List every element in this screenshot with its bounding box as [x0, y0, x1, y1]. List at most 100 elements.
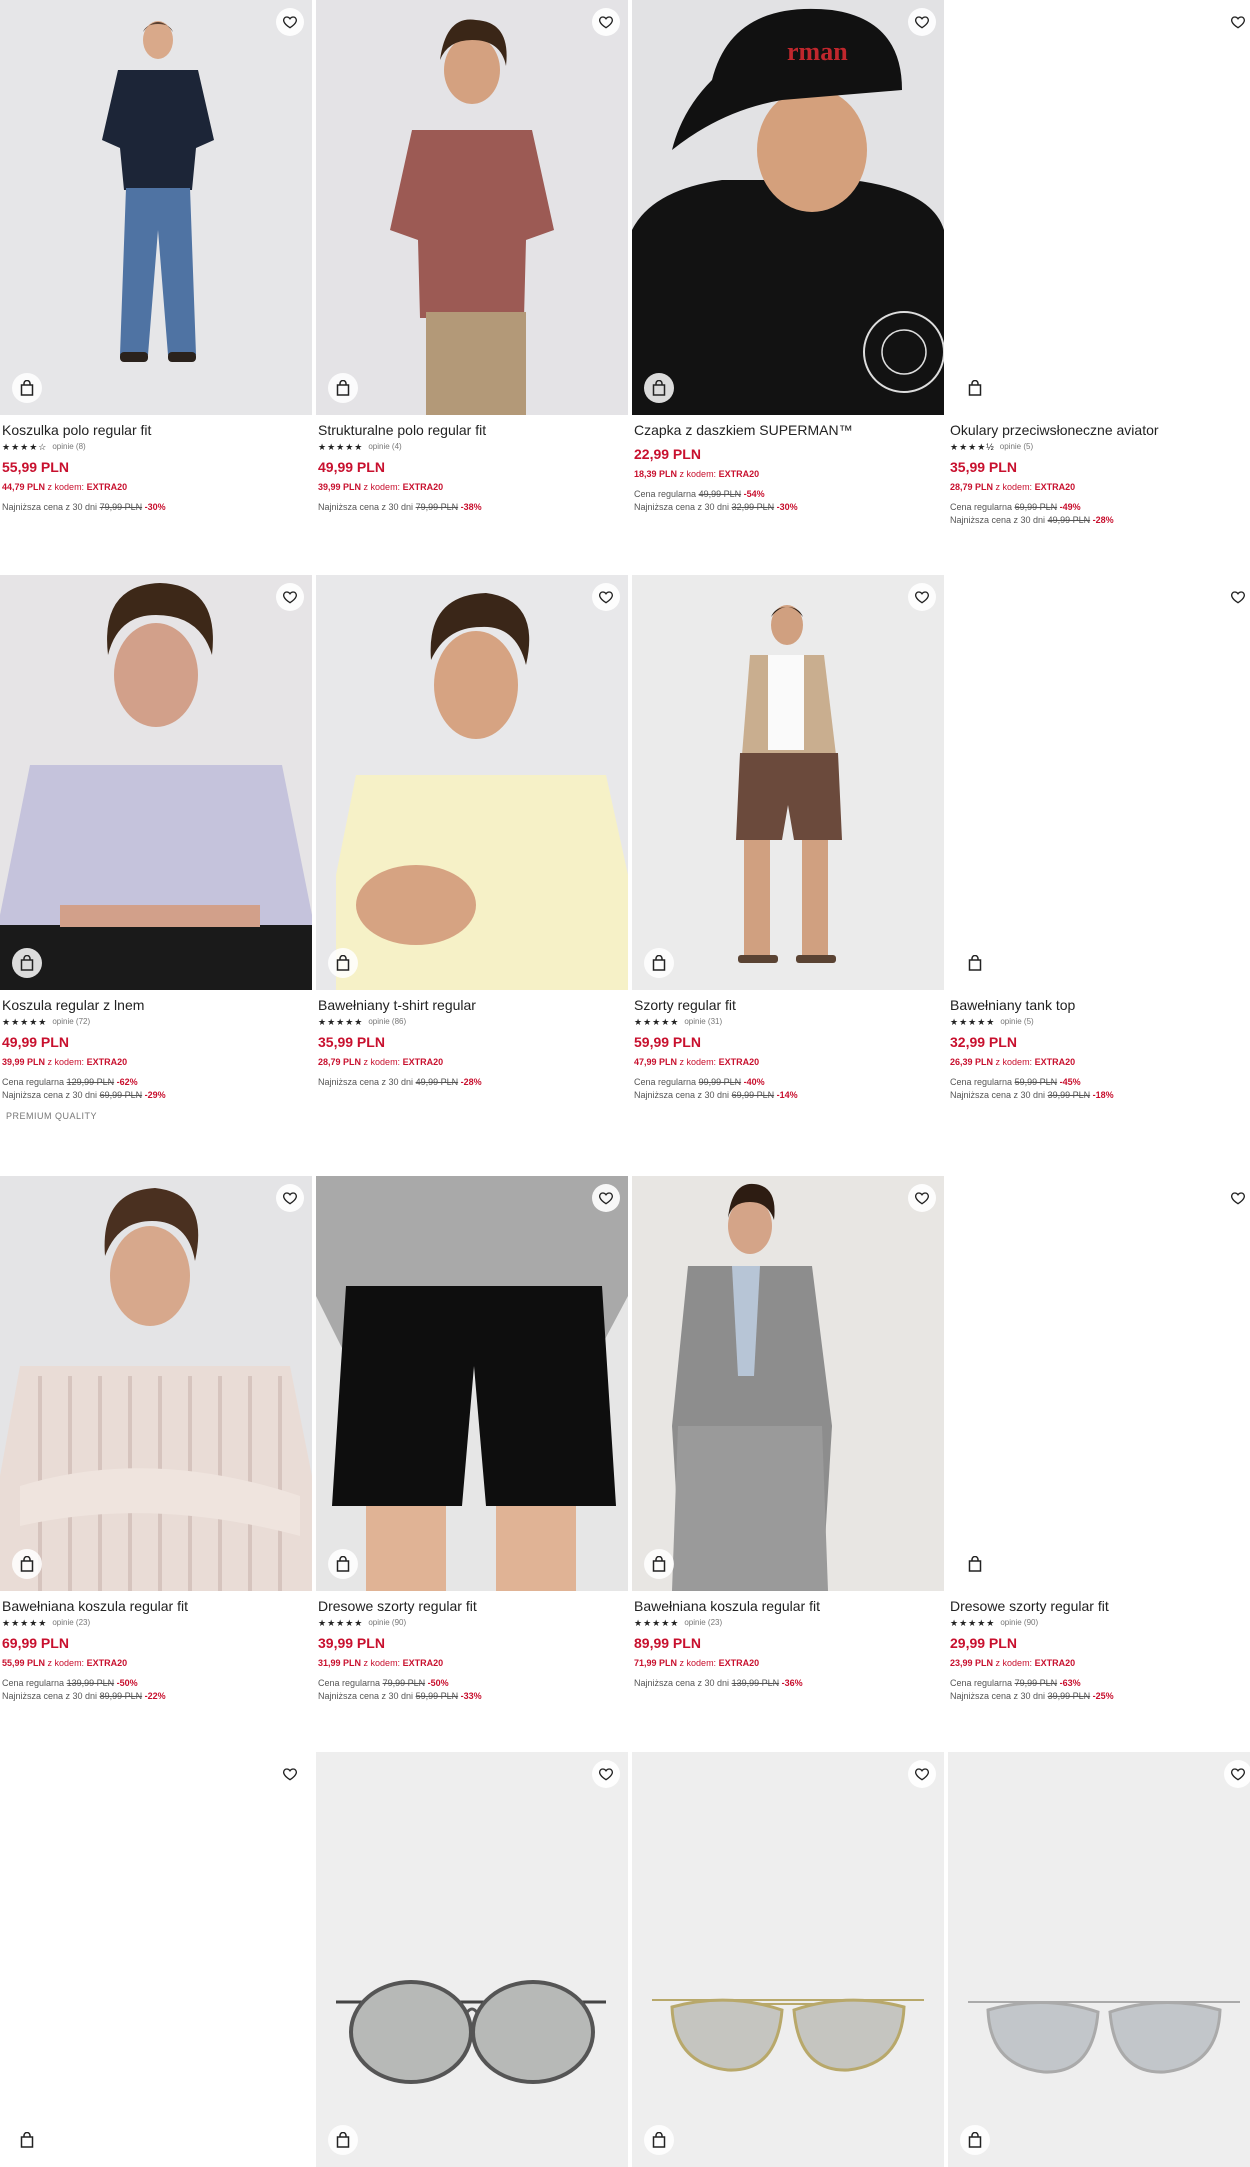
product-image[interactable] — [316, 1176, 628, 1591]
product-card[interactable]: Koszulka polo regular fit ★★★★☆ opinie (8)… — [0, 0, 312, 514]
review-count[interactable]: opinie (23) — [52, 1618, 90, 1628]
product-name[interactable]: Szorty regular fit — [634, 997, 942, 1014]
lowest-price-old: 89,99 PLN — [99, 1691, 143, 1701]
heart-icon[interactable] — [592, 1184, 620, 1212]
heart-icon[interactable] — [1224, 1760, 1250, 1788]
product-name[interactable]: Bawełniana koszula regular fit — [2, 1598, 310, 1615]
shopping-bag-icon[interactable] — [12, 1549, 42, 1579]
lowest-price-label: Najniższa cena z 30 dni — [318, 1691, 414, 1701]
shopping-bag-icon[interactable] — [328, 2125, 358, 2155]
heart-icon[interactable] — [1224, 1184, 1250, 1212]
review-count[interactable]: opinie (5) — [1000, 442, 1033, 452]
product-image[interactable] — [316, 0, 628, 415]
product-card[interactable]: Bawełniany tank top ★★★★★ opinie (5) 32,99 … — [948, 575, 1250, 1102]
heart-icon[interactable] — [908, 1184, 936, 1212]
product-card[interactable]: Dresowe szorty regular fit ★★★★★ opinie (9… — [316, 1176, 628, 1703]
product-image[interactable] — [948, 0, 1250, 415]
promo-code-price: 71,99 PLN z kodem: EXTRA20 — [634, 1658, 942, 1669]
shopping-bag-icon[interactable] — [960, 2125, 990, 2155]
heart-icon[interactable] — [276, 1760, 304, 1788]
lowest-price: Najniższa cena z 30 dni 32,99 PLN -30% — [634, 501, 942, 514]
review-count[interactable]: opinie (23) — [684, 1618, 722, 1628]
shopping-bag-icon[interactable] — [644, 373, 674, 403]
heart-icon[interactable] — [908, 8, 936, 36]
product-name[interactable]: Koszula regular z lnem — [2, 997, 310, 1014]
product-image[interactable] — [948, 1176, 1250, 1591]
product-card[interactable]: rman Czapka z daszkiem SUPERMAN™ 22,99 PL… — [632, 0, 944, 514]
review-count[interactable]: opinie (4) — [368, 442, 401, 452]
regular-price-discount: -49% — [1059, 502, 1081, 512]
product-image[interactable] — [0, 575, 312, 990]
product-card[interactable]: Bawełniany t-shirt regular ★★★★★ opinie (8… — [316, 575, 628, 1089]
heart-icon[interactable] — [908, 583, 936, 611]
product-card[interactable] — [316, 1752, 628, 2167]
shopping-bag-icon[interactable] — [644, 948, 674, 978]
rating: ★★★★★ opinie (23) — [634, 1618, 942, 1628]
heart-icon[interactable] — [276, 583, 304, 611]
heart-icon[interactable] — [1224, 8, 1250, 36]
review-count[interactable]: opinie (86) — [368, 1017, 406, 1027]
review-count[interactable]: opinie (31) — [684, 1017, 722, 1027]
heart-icon[interactable] — [592, 8, 620, 36]
shopping-bag-icon[interactable] — [12, 373, 42, 403]
shopping-bag-icon[interactable] — [960, 1549, 990, 1579]
shopping-bag-icon[interactable] — [12, 948, 42, 978]
shopping-bag-icon[interactable] — [328, 373, 358, 403]
review-count[interactable]: opinie (90) — [1000, 1618, 1038, 1628]
product-name[interactable]: Bawełniana koszula regular fit — [634, 1598, 942, 1615]
product-image[interactable] — [0, 1752, 312, 2167]
shopping-bag-icon[interactable] — [644, 2125, 674, 2155]
product-card[interactable]: Bawełniana koszula regular fit ★★★★★ opini… — [0, 1176, 312, 1703]
product-card[interactable]: Koszula regular z lnem ★★★★★ opinie (72) 49… — [0, 575, 312, 1121]
shopping-bag-icon[interactable] — [644, 1549, 674, 1579]
product-name[interactable]: Okulary przeciwsłoneczne aviator — [950, 422, 1250, 439]
product-name[interactable]: Bawełniany t-shirt regular — [318, 997, 626, 1014]
heart-icon[interactable] — [592, 583, 620, 611]
product-image[interactable] — [632, 1176, 944, 1591]
product-image[interactable] — [632, 575, 944, 990]
product-name[interactable]: Bawełniany tank top — [950, 997, 1250, 1014]
product-card[interactable]: Bawełniana koszula regular fit ★★★★★ opini… — [632, 1176, 944, 1690]
product-name[interactable]: Czapka z daszkiem SUPERMAN™ — [634, 422, 942, 439]
promo-code: EXTRA20 — [402, 1658, 444, 1668]
heart-icon[interactable] — [592, 1760, 620, 1788]
product-image[interactable] — [0, 1176, 312, 1591]
review-count[interactable]: opinie (72) — [52, 1017, 90, 1027]
product-card[interactable] — [0, 1752, 312, 2167]
shopping-bag-icon[interactable] — [328, 1549, 358, 1579]
regular-price: Cena regularna 139,99 PLN -50% — [2, 1677, 310, 1690]
product-image[interactable] — [316, 1752, 628, 2167]
product-card[interactable]: Okulary przeciwsłoneczne aviator ★★★★½ opi… — [948, 0, 1250, 527]
shopping-bag-icon[interactable] — [960, 948, 990, 978]
promo-code: EXTRA20 — [1034, 1057, 1076, 1067]
heart-icon[interactable] — [908, 1760, 936, 1788]
review-count[interactable]: opinie (5) — [1000, 1017, 1033, 1027]
product-image[interactable] — [0, 0, 312, 415]
product-card[interactable]: Dresowe szorty regular fit ★★★★★ opinie (9… — [948, 1176, 1250, 1703]
heart-icon[interactable] — [1224, 583, 1250, 611]
product-image[interactable] — [316, 575, 628, 990]
lowest-price-label: Najniższa cena z 30 dni — [634, 1678, 730, 1688]
lowest-price-discount: -28% — [1092, 515, 1114, 525]
product-name[interactable]: Dresowe szorty regular fit — [318, 1598, 626, 1615]
product-card[interactable]: Szorty regular fit ★★★★★ opinie (31) 59,99 … — [632, 575, 944, 1102]
product-image[interactable] — [632, 1752, 944, 2167]
heart-icon[interactable] — [276, 1184, 304, 1212]
lowest-price: Najniższa cena z 30 dni 39,99 PLN -18% — [950, 1089, 1250, 1102]
shopping-bag-icon[interactable] — [12, 2125, 42, 2155]
review-count[interactable]: opinie (90) — [368, 1618, 406, 1628]
review-count[interactable]: opinie (8) — [52, 442, 85, 452]
product-name[interactable]: Strukturalne polo regular fit — [318, 422, 626, 439]
star-icons: ★★★★½ — [950, 442, 995, 452]
product-card[interactable] — [948, 1752, 1250, 2167]
shopping-bag-icon[interactable] — [960, 373, 990, 403]
product-name[interactable]: Dresowe szorty regular fit — [950, 1598, 1250, 1615]
product-name[interactable]: Koszulka polo regular fit — [2, 422, 310, 439]
product-card[interactable] — [632, 1752, 944, 2167]
heart-icon[interactable] — [276, 8, 304, 36]
product-image[interactable] — [948, 1752, 1250, 2167]
shopping-bag-icon[interactable] — [328, 948, 358, 978]
product-card[interactable]: Strukturalne polo regular fit ★★★★★ opinie… — [316, 0, 628, 514]
product-image[interactable]: rman — [632, 0, 944, 415]
product-image[interactable] — [948, 575, 1250, 990]
